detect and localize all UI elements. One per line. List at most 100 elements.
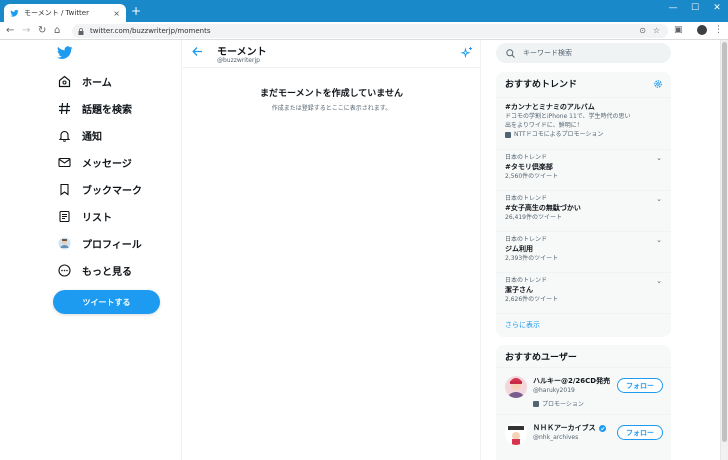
back-icon[interactable]: ←: [6, 25, 14, 37]
trend-item[interactable]: 日本のトレンド 潔子さん 2,626件のツイート ⌄: [496, 272, 671, 312]
back-arrow-icon[interactable]: [192, 46, 203, 57]
user-handle: @haruky2019: [533, 387, 575, 394]
search-placeholder: キーワード検索: [523, 49, 572, 57]
trend-count: 2,626件のツイート: [505, 296, 559, 303]
search-icon: [506, 48, 515, 58]
chrome-profile-icon[interactable]: [697, 25, 707, 35]
minimize-button[interactable]: —: [662, 0, 684, 18]
twitter-logo-icon[interactable]: [57, 46, 73, 60]
site-settings-icon[interactable]: ⊙: [639, 26, 646, 35]
list-icon: [57, 209, 71, 223]
nav-profile[interactable]: プロフィール: [57, 234, 142, 252]
search-input[interactable]: キーワード検索: [496, 43, 671, 63]
trend-name: ジム利用: [505, 245, 533, 253]
user-name-text: ＮＨＫアーカイブス: [533, 424, 596, 432]
tab-close-icon[interactable]: ×: [113, 9, 120, 18]
envelope-icon: [57, 155, 71, 169]
twitter-favicon-icon: [10, 9, 19, 17]
moments-column: モーメント @buzzwriterjp まだモーメントを作成していません 作成ま…: [181, 40, 481, 460]
page-handle: @buzzwriterjp: [217, 57, 260, 64]
nav-messages[interactable]: メッセージ: [57, 153, 132, 171]
promoted-trend[interactable]: #カンナとミナミのアルバム ドコモの学割とiPhone 11で、学生時代の思い …: [496, 97, 671, 147]
nav-bookmarks[interactable]: ブックマーク: [57, 180, 142, 198]
home-icon[interactable]: ⌂: [54, 25, 60, 37]
settings-gear-icon[interactable]: [653, 79, 663, 89]
forward-icon[interactable]: →: [22, 25, 30, 37]
promoted-trend-desc-line2: 出をよりワイドに、鮮明に！: [505, 122, 583, 129]
reload-icon[interactable]: ↻: [38, 25, 46, 37]
nav-more-label: もっと見る: [82, 266, 132, 278]
nav-bookmarks-label: ブックマーク: [82, 185, 142, 197]
nav-home[interactable]: ホーム: [57, 72, 112, 90]
suggested-user[interactable]: ハルキー@2/26CD発売 @haruky2019 プロモーション フォロー: [496, 367, 671, 413]
trend-context: 日本のトレンド: [505, 277, 548, 284]
trend-context: 日本のトレンド: [505, 154, 548, 161]
nav-home-label: ホーム: [82, 77, 112, 89]
user-avatar: [505, 423, 527, 445]
follow-button[interactable]: フォロー: [617, 378, 663, 393]
trends-title: おすすめトレンド: [505, 80, 578, 90]
trend-context: 日本のトレンド: [505, 236, 548, 243]
nav-explore-label: 話題を検索: [82, 104, 132, 116]
address-bar: ← → ↻ ⌂ twitter.com/buzzwriterjp/moments…: [0, 22, 728, 40]
trend-name: 潔子さん: [505, 286, 533, 294]
chevron-down-icon[interactable]: ⌄: [656, 277, 662, 285]
promoted-trend-desc-line1: ドコモの学割とiPhone 11で、学生時代の思い: [505, 113, 631, 120]
trend-count: 2,393件のツイート: [505, 255, 559, 262]
promoted-icon: [533, 400, 539, 407]
trend-item[interactable]: 日本のトレンド #タモリ倶楽部 2,560件のツイート ⌄: [496, 149, 671, 189]
new-tab-button[interactable]: +: [131, 4, 141, 18]
nav-explore[interactable]: 話題を検索: [57, 99, 132, 117]
trend-context: 日本のトレンド: [505, 195, 548, 202]
who-to-follow-title: おすすめユーザー: [505, 353, 577, 363]
scrollbar-thumb[interactable]: [722, 42, 727, 442]
chevron-down-icon[interactable]: ⌄: [656, 236, 662, 244]
user-avatar: [505, 376, 527, 398]
profile-avatar-icon: [57, 236, 71, 250]
url-text: twitter.com/buzzwriterjp/moments: [90, 27, 211, 35]
nav-messages-label: メッセージ: [82, 158, 132, 170]
page-title: モーメント: [217, 47, 267, 58]
chevron-down-icon[interactable]: ⌄: [656, 195, 662, 203]
url-field[interactable]: twitter.com/buzzwriterjp/moments ⊙ ☆: [72, 24, 668, 38]
user-promoted-text: プロモーション: [542, 401, 584, 408]
promoted-label-text: NTTドコモによるプロモーション: [514, 131, 604, 138]
browser-tab-bar: モーメント / Twitter × + — ☐ ✕: [0, 0, 728, 22]
tweet-button[interactable]: ツイートする: [53, 290, 160, 314]
hashtag-icon: [57, 101, 71, 115]
page-scrollbar[interactable]: [720, 40, 728, 460]
extension-icon[interactable]: ▣: [674, 25, 683, 35]
show-more-link[interactable]: さらに表示: [505, 320, 540, 330]
nav-more[interactable]: もっと見る: [57, 261, 132, 279]
bell-icon: [57, 128, 71, 142]
bookmark-star-icon[interactable]: ☆: [653, 26, 660, 35]
trend-item[interactable]: 日本のトレンド ジム利用 2,393件のツイート ⌄: [496, 231, 671, 271]
close-window-button[interactable]: ✕: [706, 0, 728, 18]
trends-panel: おすすめトレンド #カンナとミナミのアルバム ドコモの学割とiPhone 11で…: [496, 72, 671, 337]
empty-state-subtitle: 作成または登録するとここに表示されます。: [271, 105, 392, 112]
maximize-button[interactable]: ☐: [684, 0, 706, 18]
browser-tab-title: モーメント / Twitter: [24, 9, 89, 17]
user-promoted-label: プロモーション: [533, 399, 584, 408]
nav-profile-label: プロフィール: [82, 239, 142, 251]
trend-count: 2,560件のツイート: [505, 173, 559, 180]
chevron-down-icon[interactable]: ⌄: [656, 154, 662, 162]
create-moment-sparkle-icon[interactable]: [461, 46, 473, 58]
nav-lists[interactable]: リスト: [57, 207, 112, 225]
suggested-user[interactable]: ＮＨＫアーカイブス @nhk_archives フォロー: [496, 414, 671, 460]
verified-badge-icon: [598, 424, 606, 432]
more-circle-icon: [57, 263, 71, 277]
browser-tab[interactable]: モーメント / Twitter ×: [4, 4, 126, 22]
bookmark-icon: [57, 182, 71, 196]
trend-name: #女子高生の無駄づかい: [505, 204, 581, 212]
home-icon: [57, 74, 71, 88]
follow-button[interactable]: フォロー: [617, 425, 663, 440]
promoted-icon: [505, 132, 511, 138]
trend-name: #タモリ倶楽部: [505, 163, 553, 171]
empty-state-title: まだモーメントを作成していません: [259, 89, 404, 99]
who-to-follow-panel: おすすめユーザー ハルキー@2/26CD発売 @haruky2019 プロモーシ…: [496, 345, 671, 460]
nav-notifications[interactable]: 通知: [57, 126, 102, 144]
trend-item[interactable]: 日本のトレンド #女子高生の無駄づかい 26,419件のツイート ⌄: [496, 190, 671, 230]
browser-menu-icon[interactable]: ⋮: [714, 25, 723, 35]
promoted-trend-name: #カンナとミナミのアルバム: [505, 103, 595, 111]
